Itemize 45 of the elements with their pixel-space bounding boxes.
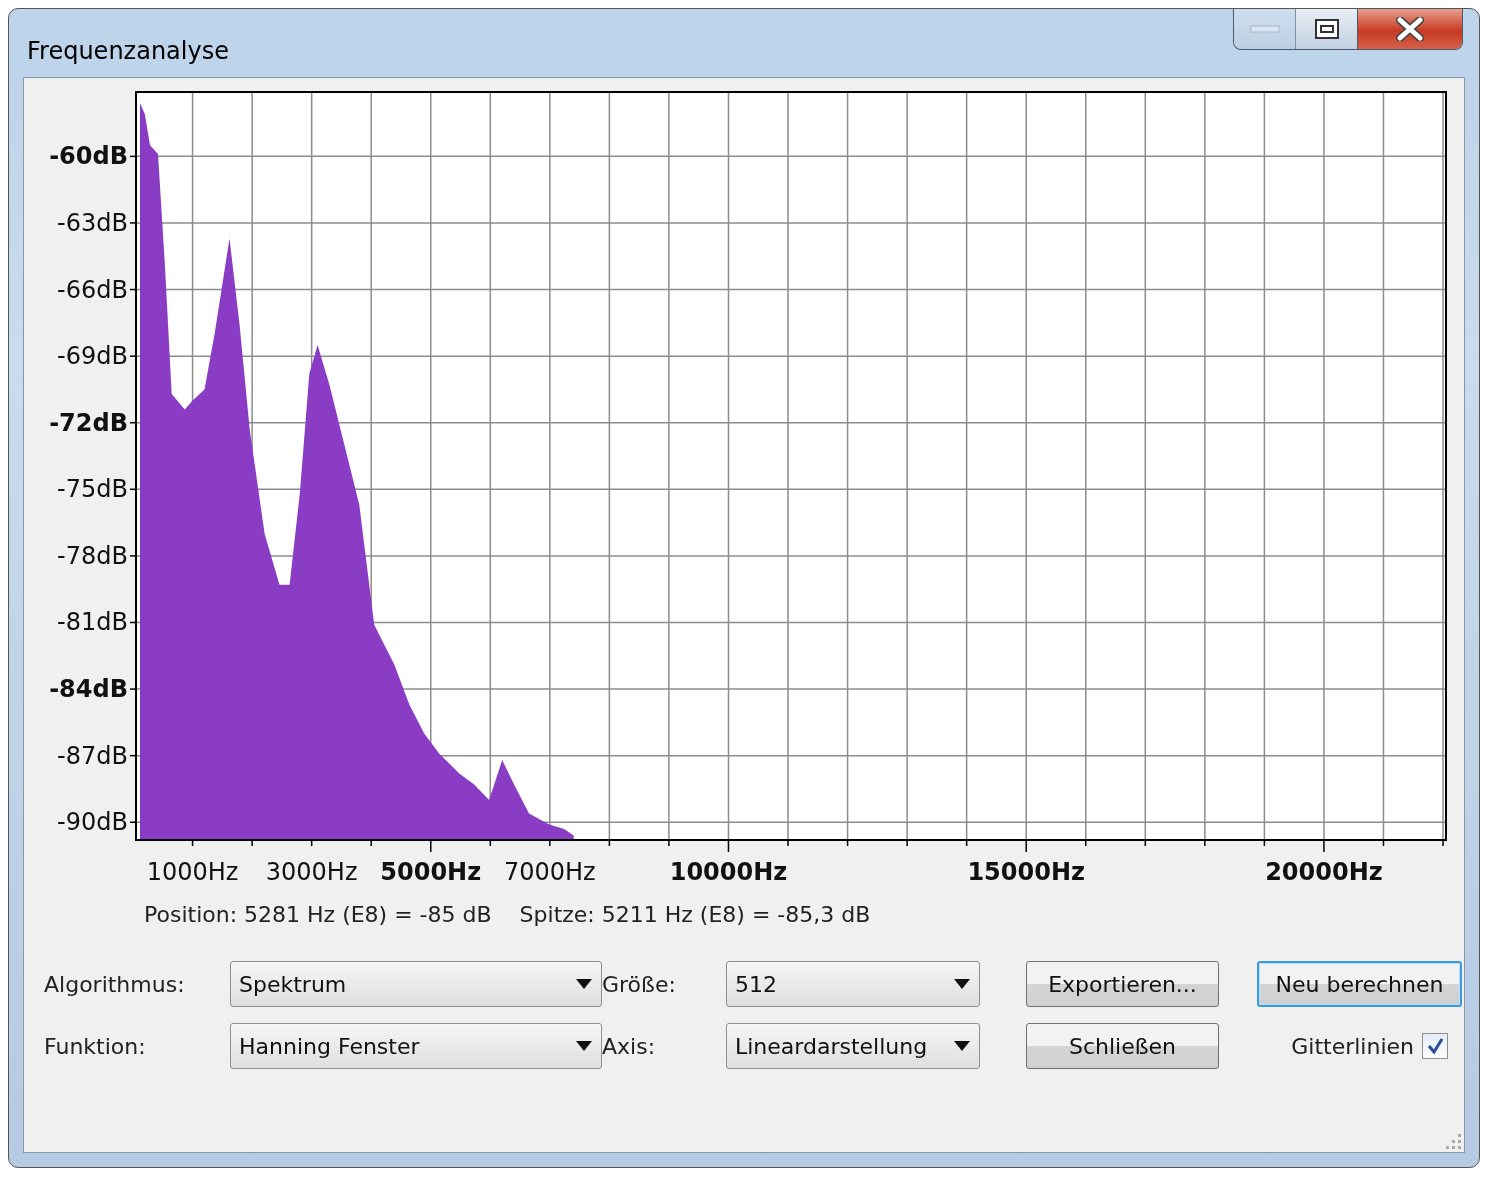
x-axis-label: 15000Hz (967, 858, 1085, 886)
dialog-button[interactable]: Neu berechnen (1257, 961, 1462, 1007)
position-readout: Position: 5281 Hz (E8) = -85 dB (144, 901, 492, 929)
dropdown-arrow-icon (575, 1040, 593, 1052)
y-axis-label: -69dB (57, 342, 128, 371)
field-label: Größe: (602, 970, 677, 999)
y-axis-label: -63dB (57, 208, 128, 237)
x-axis-label: 1000Hz (146, 858, 239, 886)
checkmark-icon (1426, 1037, 1444, 1055)
dropdown-arrow-icon (953, 978, 971, 990)
dropdown[interactable]: Spektrum (230, 961, 602, 1007)
dialog-button[interactable]: Schließen (1026, 1023, 1219, 1069)
field-label: Funktion: (44, 1032, 147, 1061)
resize-grip-icon[interactable] (1444, 1132, 1462, 1150)
y-axis-label: -72dB (49, 408, 128, 437)
y-axis-label: -75dB (57, 475, 128, 504)
dropdown[interactable]: Lineardarstellung (726, 1023, 980, 1069)
y-axis-label: -78dB (57, 541, 128, 570)
dropdown[interactable]: Hanning Fenster (230, 1023, 602, 1069)
peak-readout: Spitze: 5211 Hz (E8) = -85,3 dB (519, 901, 871, 929)
x-axis-label: 5000Hz (380, 858, 482, 886)
y-axis-label: -84dB (49, 675, 128, 704)
window-title: Frequenzanalyse (27, 36, 229, 67)
close-button[interactable] (1358, 9, 1462, 49)
maximize-icon (1313, 18, 1340, 40)
x-axis-label: 10000Hz (669, 858, 788, 886)
y-axis-label: -60dB (49, 142, 128, 171)
x-axis-label: 7000Hz (503, 858, 596, 886)
dropdown-arrow-icon (575, 978, 593, 990)
x-axis-label: 20000Hz (1265, 858, 1383, 886)
dropdown-arrow-icon (953, 1040, 971, 1052)
minimize-icon (1249, 24, 1280, 34)
dropdown[interactable]: 512 (726, 961, 980, 1007)
y-axis-label: -90dB (57, 808, 128, 837)
close-icon (1396, 17, 1424, 41)
y-axis-label: -87dB (57, 741, 128, 770)
dialog-button[interactable]: Exportieren... (1026, 961, 1219, 1007)
x-axis-label: 3000Hz (265, 858, 358, 886)
field-label: Algorithmus: (44, 970, 186, 999)
gridlines-checkbox[interactable] (1422, 1033, 1448, 1059)
maximize-button[interactable] (1296, 9, 1358, 49)
field-label: Axis: (602, 1032, 657, 1061)
y-axis-label: -66dB (57, 275, 128, 304)
y-axis-label: -81dB (57, 608, 128, 637)
checkbox-label: Gitterlinien (1291, 1032, 1414, 1061)
